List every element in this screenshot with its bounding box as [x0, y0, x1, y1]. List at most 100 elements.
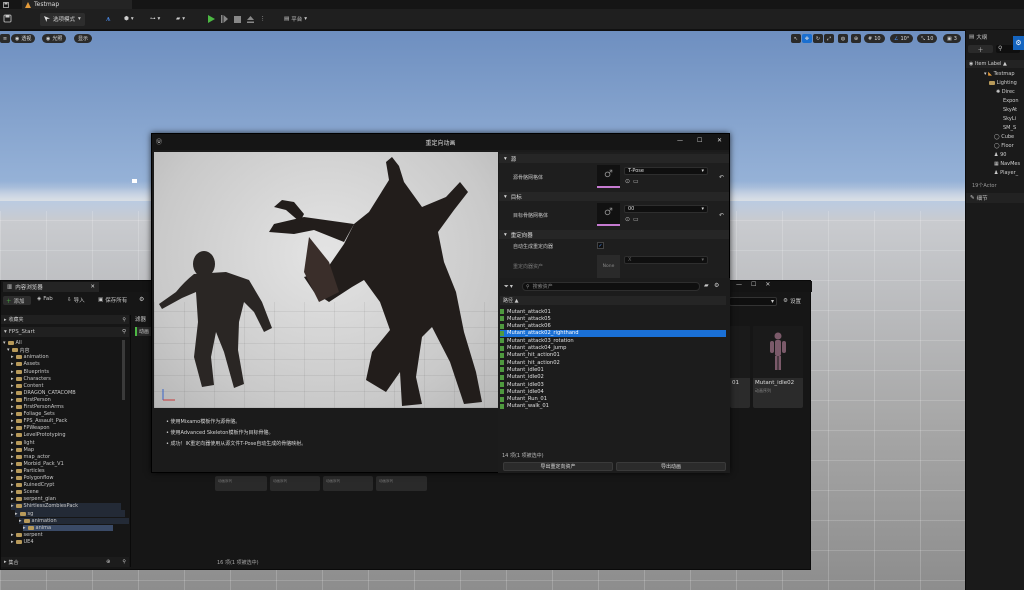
folder-tree-item[interactable]: ▸ FirstPersonArms — [11, 404, 64, 410]
settings-icon[interactable]: ⚙ — [714, 282, 719, 289]
mode-selector[interactable]: 选项模式 ▾ — [40, 12, 85, 26]
play-icon[interactable] — [208, 15, 215, 23]
asset-row[interactable]: Mutant_attack05 — [500, 315, 726, 322]
folder-tree-item[interactable]: ▸ FirstPerson — [11, 397, 51, 403]
folder-tree-item[interactable]: ▸ animation — [19, 517, 129, 524]
scale-tool-icon[interactable]: ⤢ — [824, 34, 834, 43]
cb-settings-button[interactable]: ⚙ 设置 — [783, 297, 801, 305]
folder-tree-item[interactable]: ▸ Particles — [11, 468, 45, 474]
asset-row[interactable]: Mutant_Run_01 — [500, 396, 726, 403]
save-current-icon[interactable] — [1, 12, 13, 24]
folder-tree-item[interactable]: ▸ Morbid_Pack_V1 — [11, 461, 64, 467]
chevron-right-icon[interactable]: ▸ — [11, 489, 14, 495]
asset-row[interactable]: Mutant_attack04_jump — [500, 345, 726, 352]
step-icon[interactable] — [221, 15, 228, 23]
chevron-right-icon[interactable]: ▸ — [11, 482, 14, 488]
viewport-menu-icon[interactable]: ≡ — [0, 34, 10, 43]
source-thumbnail[interactable]: ♂ — [597, 165, 620, 188]
chevron-right-icon[interactable]: ▸ — [11, 475, 14, 481]
chevron-right-icon[interactable]: ▸ — [11, 361, 14, 367]
asset-row[interactable]: Mutant_attack03_rotation — [500, 337, 726, 344]
outliner-item[interactable]: Lighting — [966, 79, 1024, 87]
outliner-item[interactable]: Expon — [966, 97, 1024, 105]
source-section[interactable]: ▾ 源 — [499, 154, 729, 163]
chevron-right-icon[interactable]: ▸ — [11, 532, 14, 538]
cb-fab-button[interactable]: ◈ Fab — [37, 296, 53, 302]
folder-tree-item[interactable]: ▸ Blueprints — [11, 368, 49, 375]
chevron-right-icon[interactable]: ▸ — [19, 518, 22, 524]
asset-row[interactable]: Mutant_attack06 — [500, 323, 726, 330]
retargeter-section[interactable]: ▾ 重定向器 — [499, 230, 729, 239]
level-tab[interactable]: Testmap — [22, 0, 132, 9]
chevron-right-icon[interactable]: ▸ — [15, 511, 18, 517]
folder-tree-item[interactable]: ▸ serpent_gian — [11, 496, 56, 502]
cinematics-button[interactable]: ▰ ▾ — [176, 12, 185, 26]
close-icon[interactable]: ✕ — [90, 284, 95, 290]
filter-button[interactable]: ⏷ ▾ — [504, 283, 513, 291]
asset-tile[interactable]: 动画序列 — [215, 476, 267, 491]
asset-row[interactable]: Mutant_idle03 — [500, 381, 726, 388]
chevron-right-icon[interactable]: ▸ — [11, 390, 14, 396]
collections-header[interactable]: ▸ 集合 ⊕ ⚲ — [1, 557, 129, 567]
search-icon[interactable]: ⚲ — [122, 559, 126, 565]
outliner-item[interactable]: ◯ Cube — [966, 133, 1024, 141]
outliner-item[interactable]: SkyLi — [966, 115, 1024, 123]
browse-icon[interactable]: ⊙ — [625, 178, 630, 185]
folder-tree-item[interactable]: ▸ Scene — [11, 489, 39, 495]
grid-snap-pill[interactable]: #10 — [864, 34, 885, 43]
target-section[interactable]: ▾ 目标 — [499, 192, 729, 201]
chevron-right-icon[interactable]: ▸ — [11, 447, 14, 453]
folder-tree-item[interactable]: ▸ sg — [15, 510, 125, 517]
folder-tree-item[interactable]: ▸ Assets — [11, 361, 40, 367]
asset-row[interactable]: Mutant_idle02 — [500, 374, 726, 381]
dialog-title-bar[interactable]: Ⓤ 重定向动画 — ☐ ✕ — [152, 134, 729, 150]
chevron-down-icon[interactable]: ▾ — [7, 347, 10, 353]
chevron-right-icon[interactable]: ▸ — [11, 376, 14, 382]
chevron-right-icon[interactable]: ▸ — [11, 411, 14, 417]
folder-tree-item[interactable]: ▸ serpent — [11, 532, 43, 538]
outliner-tab[interactable]: ▤ 大纲 — [969, 33, 987, 41]
add-icon[interactable]: ⊕ — [106, 559, 110, 565]
outliner-item[interactable]: ✺ Direc — [966, 88, 1024, 96]
cb-tab[interactable]: ▥ 内容浏览器 ✕ — [3, 282, 99, 292]
chevron-right-icon[interactable]: ▸ — [11, 418, 14, 424]
path-dropdown[interactable]: ▾ — [729, 297, 777, 306]
folder-tree-item[interactable]: ▸ Polygonflow — [11, 475, 53, 481]
folder-tree-item[interactable]: ▸ LevelPrototyping — [11, 432, 66, 438]
folder-tree-item[interactable]: ▸ Map — [11, 447, 34, 453]
world-space-icon[interactable]: ◍ — [838, 34, 848, 43]
asset-tile[interactable]: 01 — [730, 326, 750, 408]
folder-tree-item[interactable]: ▸ UE4 — [11, 539, 34, 545]
asset-row[interactable]: Mutant_hit_action02 — [500, 359, 726, 366]
export-animations-button[interactable]: 导出动画 — [616, 462, 726, 471]
close-icon[interactable]: ✕ — [717, 137, 722, 144]
asset-row[interactable]: Mutant_idle04 — [500, 388, 726, 395]
chevron-right-icon[interactable]: ▸ — [11, 440, 14, 446]
folder-tree-item[interactable]: ▸ Foliage_Sets — [11, 411, 55, 417]
folder-tree-item[interactable]: ▾ All — [3, 340, 22, 346]
folder-tree-item[interactable]: ▸ RuinedCrypt — [11, 482, 54, 488]
details-tab[interactable]: ✎ 细节 — [966, 193, 1024, 203]
folder-tree-item[interactable]: ▸ Content — [11, 383, 43, 389]
asset-tile[interactable]: Mutant_idle02 动画序列 — [753, 326, 803, 408]
modeling-tools[interactable]: ⩚ — [106, 12, 111, 26]
asset-row[interactable]: Mutant_attack02_righthand — [500, 329, 726, 338]
outliner-item[interactable]: ◯ Floor — [966, 142, 1024, 150]
auto-generate-checkbox[interactable]: ✓ — [597, 242, 604, 249]
outliner-item[interactable]: ▦ NavMes — [966, 160, 1024, 168]
save-icon[interactable] — [2, 0, 10, 9]
asset-row[interactable]: Mutant_walk_01 — [500, 403, 726, 410]
minimize-icon[interactable]: — — [736, 281, 742, 288]
chevron-right-icon[interactable]: ▸ — [11, 369, 14, 375]
surface-snap-icon[interactable]: ⊕ — [851, 34, 861, 43]
asset-row[interactable]: Mutant_hit_action01 — [500, 352, 726, 359]
blueprints-button[interactable]: ⊶ ▾ — [150, 12, 160, 26]
play-options-icon[interactable]: ⋮ — [260, 16, 266, 22]
close-icon[interactable]: ✕ — [765, 281, 770, 288]
asset-row[interactable]: Mutant_attack01 — [500, 308, 726, 315]
chevron-right-icon[interactable]: ▸ — [11, 354, 14, 360]
target-thumbnail[interactable]: ♂ — [597, 203, 620, 226]
view-options-icon[interactable]: ▰ — [704, 282, 709, 289]
folder-tree-item[interactable]: ▸ animation — [11, 354, 49, 360]
reflection-capture-icon[interactable] — [132, 179, 137, 183]
